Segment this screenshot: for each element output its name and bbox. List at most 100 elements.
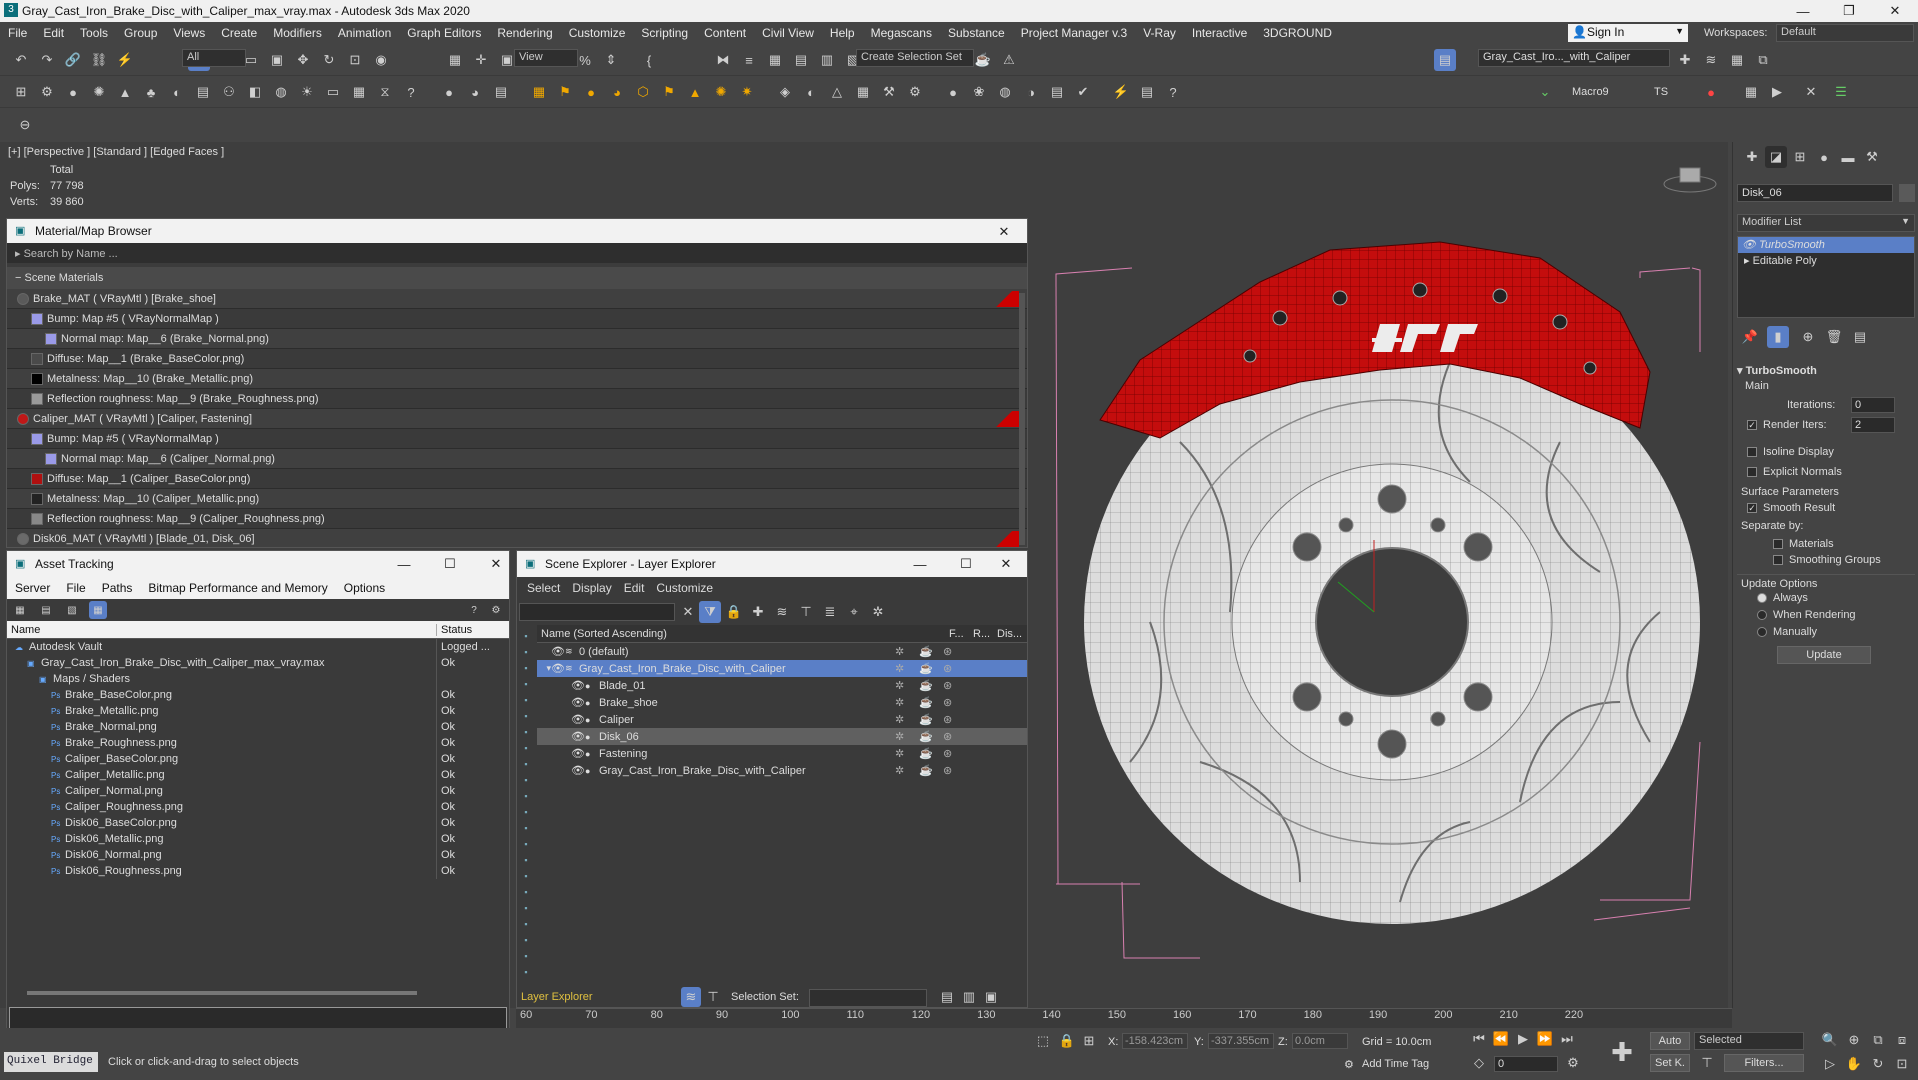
asset-row[interactable]: Ps Caliper_Metallic.png Ok xyxy=(7,767,509,783)
asset-row[interactable]: Ps Disk06_Roughness.png Ok xyxy=(7,863,509,879)
render-iters-checkbox[interactable]: ✓ xyxy=(1747,420,1757,431)
object-color-swatch[interactable] xyxy=(1899,184,1915,202)
menu-megascans[interactable]: Megascans xyxy=(863,26,940,40)
close-button[interactable]: ✕ xyxy=(1872,0,1918,22)
select-set-icon[interactable]: ▣ xyxy=(981,987,1001,1007)
auto-key-button[interactable]: Auto xyxy=(1650,1032,1690,1050)
scene-row[interactable]: ▾ 👁 ≋ Gray_Cast_Iron_Brake_Disc_with_Calip… xyxy=(537,660,1027,677)
materials-checkbox[interactable] xyxy=(1773,539,1783,550)
freeze-icon[interactable]: ✲ xyxy=(895,679,919,692)
asset-col-status[interactable]: Status xyxy=(437,624,472,636)
sync-icon[interactable]: ✲ xyxy=(867,601,889,623)
scene-col-render[interactable]: R... xyxy=(973,628,997,640)
side-filter-2-icon[interactable]: ▪ xyxy=(518,661,534,675)
smooth-result-checkbox[interactable]: ✓ xyxy=(1747,503,1757,514)
tool-42-icon[interactable]: ▤ xyxy=(1046,81,1068,103)
tool-22-icon[interactable]: ⚑ xyxy=(554,81,576,103)
tool-13-icon[interactable]: ▦ xyxy=(348,81,370,103)
side-filter-17-icon[interactable]: ▪ xyxy=(518,901,534,915)
rotate-icon[interactable]: ↻ xyxy=(318,49,340,71)
record-icon[interactable]: ● xyxy=(1700,81,1722,103)
tool-45-icon[interactable]: ⚡ xyxy=(1110,81,1132,103)
eye-icon[interactable]: 👁 xyxy=(571,764,585,777)
material-row[interactable]: Disk06_MAT ( VRayMtl ) [Blade_01, Disk_0… xyxy=(7,529,1027,547)
scene-col-freeze[interactable]: F... xyxy=(949,628,973,640)
scene-row[interactable]: 👁 ● Caliper ✲ ☕ ⊛ xyxy=(537,711,1027,728)
material-search-input[interactable]: ▸ Search by Name ... xyxy=(7,243,1027,263)
scale-icon[interactable]: ⊡ xyxy=(344,49,366,71)
menu-help[interactable]: Help xyxy=(822,26,863,40)
pan-icon[interactable]: ✋ xyxy=(1844,1054,1864,1074)
tool-3-icon[interactable]: ✺ xyxy=(88,81,110,103)
file-icon[interactable]: ▤ xyxy=(37,601,55,619)
menu-animation[interactable]: Animation xyxy=(330,26,399,40)
maximize-viewport-icon[interactable]: ⊡ xyxy=(1892,1054,1912,1074)
tool-18-icon[interactable]: ◕ xyxy=(464,81,486,103)
scene-search-input[interactable] xyxy=(519,603,675,621)
stack-icon[interactable]: ≋ xyxy=(1700,49,1722,71)
fov-icon[interactable]: ▷ xyxy=(1820,1054,1840,1074)
layer-mode-icon[interactable]: ≋ xyxy=(681,987,701,1007)
scene-close-button[interactable]: ✕ xyxy=(983,551,1027,577)
material-row[interactable]: Metalness: Map__10 (Caliper_Metallic.png… xyxy=(7,489,1027,509)
tool-14-icon[interactable]: ⧖ xyxy=(374,81,396,103)
layer-explorer-label[interactable]: Layer Explorer xyxy=(521,991,593,1003)
side-filter-16-icon[interactable]: ▪ xyxy=(518,885,534,899)
tool-0-icon[interactable]: ⊞ xyxy=(10,81,32,103)
menu-civil-view[interactable]: Civil View xyxy=(754,26,822,40)
place-icon[interactable]: ◉ xyxy=(370,49,392,71)
add-time-tag-label[interactable]: Add Time Tag xyxy=(1362,1058,1429,1070)
zoom-icon[interactable]: 🔍 xyxy=(1820,1030,1840,1050)
toggle-scene-explorer-icon[interactable]: ▦ xyxy=(764,49,786,71)
menu-v-ray[interactable]: V-Ray xyxy=(1135,26,1184,40)
view-cube[interactable] xyxy=(1663,167,1717,193)
menu-scripting[interactable]: Scripting xyxy=(633,26,696,40)
material-row[interactable]: Reflection roughness: Map__9 (Brake_Roug… xyxy=(7,389,1027,409)
asset-menu-options[interactable]: Options xyxy=(336,581,393,595)
menu-rendering[interactable]: Rendering xyxy=(489,26,560,40)
orbit-icon[interactable]: ↻ xyxy=(1868,1054,1888,1074)
go-to-end-icon[interactable]: ⏭ xyxy=(1558,1030,1576,1048)
move-icon[interactable]: ✥ xyxy=(292,49,314,71)
render-teapot-icon[interactable]: ☕ xyxy=(919,730,943,743)
new-layer-icon[interactable]: ✚ xyxy=(747,601,769,623)
tool-23-icon[interactable]: ● xyxy=(580,81,602,103)
material-row[interactable]: Bump: Map #5 ( VRayNormalMap ) xyxy=(7,309,1027,329)
tool-2-icon[interactable]: ● xyxy=(62,81,84,103)
tool-4-icon[interactable]: ▲ xyxy=(114,81,136,103)
stack-item-turbosmooth[interactable]: 👁 TurboSmooth xyxy=(1738,237,1914,253)
filters-button[interactable]: Filters... xyxy=(1724,1054,1804,1072)
asset-path-field[interactable] xyxy=(9,1007,507,1029)
tool-5-icon[interactable]: ♣ xyxy=(140,81,162,103)
tool-19-icon[interactable]: ▤ xyxy=(490,81,512,103)
menu-interactive[interactable]: Interactive xyxy=(1184,26,1255,40)
object-name-field[interactable]: Disk_06 xyxy=(1737,184,1893,202)
eye-icon[interactable]: 👁 xyxy=(551,662,565,675)
asset-row[interactable]: Ps Disk06_Normal.png Ok xyxy=(7,847,509,863)
menu-edit[interactable]: Edit xyxy=(35,26,72,40)
y-coordinate-field[interactable]: -337.355cm xyxy=(1208,1033,1274,1049)
material-browser-titlebar[interactable]: ▣ Material/Map Browser ✕ xyxy=(7,219,1027,243)
eye-icon[interactable]: 👁 xyxy=(551,645,565,658)
scene-materials-header[interactable]: − Scene Materials xyxy=(7,267,1027,289)
side-filter-5-icon[interactable]: ▪ xyxy=(518,709,534,723)
side-filter-9-icon[interactable]: ▪ xyxy=(518,773,534,787)
minimize-button[interactable]: — xyxy=(1780,0,1826,22)
render-icon[interactable]: ☕ xyxy=(972,49,994,71)
workspace-dropdown[interactable]: Default xyxy=(1776,24,1914,42)
utilities-tab-icon[interactable]: ⚒ xyxy=(1861,146,1883,168)
current-frame-field[interactable]: 0 xyxy=(1494,1056,1558,1072)
always-radio[interactable] xyxy=(1757,593,1767,604)
menu-tools[interactable]: Tools xyxy=(72,26,116,40)
redo-icon[interactable]: ↷ xyxy=(36,49,58,71)
expand-icon[interactable]: ▸ xyxy=(1744,255,1753,267)
eye-icon[interactable]: 👁 xyxy=(571,747,585,760)
select-manipulate-icon[interactable]: ✛ xyxy=(470,49,492,71)
display-icon[interactable]: ⊛ xyxy=(943,679,967,692)
display-icon[interactable]: ⊛ xyxy=(943,713,967,726)
display-icon[interactable]: ⊛ xyxy=(943,645,967,658)
scene-minimize-button[interactable]: — xyxy=(897,551,943,577)
time-tag-icon[interactable]: ⚙ xyxy=(1344,1058,1354,1071)
layers-icon[interactable]: ≋ xyxy=(771,601,793,623)
layer-manager-icon[interactable]: ⧉ xyxy=(1752,49,1774,71)
